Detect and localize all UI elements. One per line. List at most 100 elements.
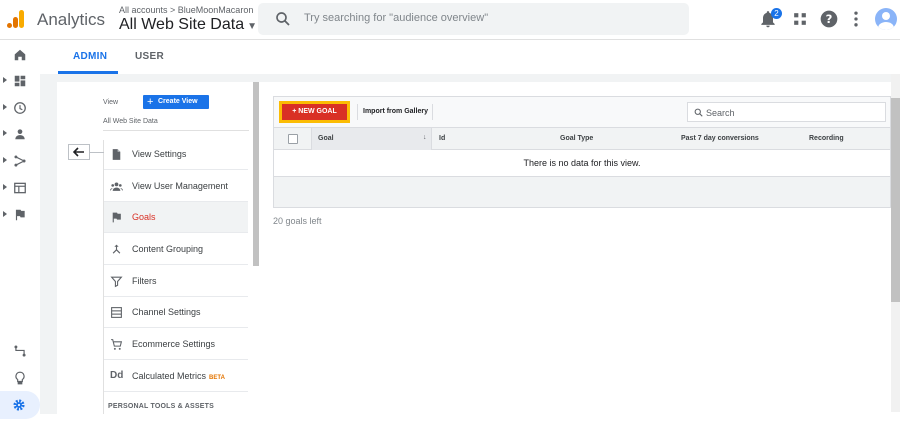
nav-label-text: Calculated Metrics <box>132 371 207 381</box>
goals-table-footer <box>274 177 890 207</box>
brand-name: Analytics <box>37 10 106 29</box>
flag-icon <box>15 209 25 221</box>
toolbar-separator <box>432 104 433 120</box>
gear-icon <box>13 399 25 411</box>
rail-conversions[interactable] <box>0 203 40 227</box>
rail-realtime[interactable] <box>0 96 40 120</box>
search-icon <box>276 12 290 26</box>
expand-arrow-icon <box>3 130 7 136</box>
goals-table: + NEW GOAL Import from Gallery Search Go… <box>273 96 891 208</box>
rail-audience[interactable] <box>0 122 40 146</box>
nav-label: Filters <box>132 276 157 286</box>
users-icon <box>110 182 123 191</box>
goals-left-count: 20 goals left <box>273 216 322 226</box>
goals-toolbar: + NEW GOAL Import from Gallery Search <box>274 97 890 128</box>
column-goal[interactable]: Goal <box>318 135 334 142</box>
rail-discover[interactable] <box>0 366 40 390</box>
expand-arrow-icon <box>3 211 7 217</box>
property-name: All Web Site Data <box>119 16 245 33</box>
expand-arrow-icon <box>3 104 7 110</box>
analytics-logo-icon[interactable] <box>6 9 26 29</box>
rail-home[interactable] <box>0 43 40 67</box>
create-view-button[interactable]: + Create View <box>143 95 209 109</box>
column-past-7-day-conversions[interactable]: Past 7 day conversions <box>681 135 759 142</box>
person-icon <box>878 12 894 30</box>
nav-filters[interactable]: Filters <box>104 266 248 297</box>
column-goal-type[interactable]: Goal Type <box>560 135 593 142</box>
help-icon[interactable]: ? <box>819 9 839 29</box>
user-avatar[interactable] <box>875 8 897 30</box>
divider <box>103 130 249 131</box>
search-placeholder: Try searching for "audience overview" <box>304 12 489 24</box>
toolbar-separator <box>357 104 358 120</box>
admin-content: View + Create View All Web Site Data Vie… <box>40 74 900 414</box>
goals-panel: + NEW GOAL Import from Gallery Search Go… <box>259 82 900 414</box>
nav-ecommerce-settings[interactable]: Ecommerce Settings <box>104 329 248 360</box>
nav-label: Calculated Metrics BETA <box>132 371 225 381</box>
search-icon <box>694 108 703 117</box>
notification-count-badge: 2 <box>771 8 782 19</box>
expand-arrow-icon <box>3 77 7 83</box>
tab-admin[interactable]: ADMIN <box>73 51 107 62</box>
import-from-gallery-button[interactable]: Import from Gallery <box>363 108 428 115</box>
home-icon <box>14 49 26 61</box>
dashboard-icon <box>14 75 26 87</box>
view-selector[interactable]: All Web Site Data <box>103 118 158 125</box>
rail-behavior[interactable] <box>0 176 40 200</box>
nav-goals[interactable]: Goals <box>104 202 248 233</box>
nav-label: View Settings <box>132 149 187 159</box>
expand-arrow-icon <box>3 157 7 163</box>
expand-arrow-icon <box>3 184 7 190</box>
nav-view-user-management[interactable]: View User Management <box>104 171 248 202</box>
new-goal-button[interactable]: + NEW GOAL <box>282 104 347 120</box>
beta-badge: BETA <box>209 375 225 381</box>
arrow-left-icon <box>73 147 84 157</box>
column-id[interactable]: Id <box>439 135 445 142</box>
tab-user[interactable]: USER <box>135 51 164 62</box>
select-all-checkbox[interactable] <box>288 134 298 144</box>
lightbulb-icon <box>15 371 25 385</box>
channel-icon <box>111 307 122 318</box>
property-selector[interactable]: All Web Site Data ▼ <box>119 16 257 34</box>
rail-customization[interactable] <box>0 69 40 93</box>
empty-state-message: There is no data for this view. <box>274 150 890 177</box>
create-view-label: Create View <box>158 98 198 105</box>
view-panel: View + Create View All Web Site Data Vie… <box>57 82 253 414</box>
nav-channel-settings[interactable]: Channel Settings <box>104 297 248 328</box>
rail-acquisition[interactable] <box>0 149 40 173</box>
nav-connector <box>90 152 104 153</box>
acquisition-icon <box>14 155 26 167</box>
nav-label: View User Management <box>132 181 228 191</box>
nav-label: Ecommerce Settings <box>132 339 216 349</box>
page-scrollbar-thumb[interactable] <box>891 98 900 302</box>
back-button[interactable] <box>68 144 90 160</box>
behavior-window-icon <box>14 182 26 194</box>
global-search[interactable]: Try searching for "audience overview" <box>258 3 689 35</box>
flag-icon <box>112 212 121 223</box>
calculated-metrics-icon: Dd <box>110 370 124 381</box>
nav-label: Goals <box>132 212 156 222</box>
clock-icon <box>14 102 26 114</box>
document-icon <box>112 149 121 160</box>
column-recording[interactable]: Recording <box>809 135 844 142</box>
nav-calculated-metrics[interactable]: Dd Calculated Metrics BETA <box>104 361 248 392</box>
admin-user-tabs: ADMIN USER <box>40 40 900 74</box>
top-bar: Analytics All accounts > BlueMoonMacaron… <box>0 0 900 40</box>
attribution-icon <box>14 345 26 357</box>
merge-icon <box>112 244 121 254</box>
nav-view-settings[interactable]: View Settings <box>104 139 248 170</box>
rail-admin[interactable] <box>0 391 40 419</box>
rail-attribution[interactable] <box>0 339 40 363</box>
sort-arrow-icon[interactable]: ↓ <box>423 134 427 141</box>
nav-content-grouping[interactable]: Content Grouping <box>104 234 248 265</box>
plus-icon: + <box>147 96 154 108</box>
column-separator <box>311 128 312 150</box>
left-rail <box>0 40 40 421</box>
account-breadcrumb[interactable]: All accounts > BlueMoonMacaron <box>119 5 253 15</box>
more-vert-icon[interactable] <box>846 9 866 29</box>
apps-grid-icon[interactable] <box>790 9 810 29</box>
personal-tools-header: PERSONAL TOOLS & ASSETS <box>108 403 214 410</box>
nav-label: Content Grouping <box>132 244 204 254</box>
goals-table-header: Goal ↓ Id Goal Type Past 7 day conversio… <box>274 128 890 150</box>
goal-search-input[interactable]: Search <box>687 102 886 122</box>
